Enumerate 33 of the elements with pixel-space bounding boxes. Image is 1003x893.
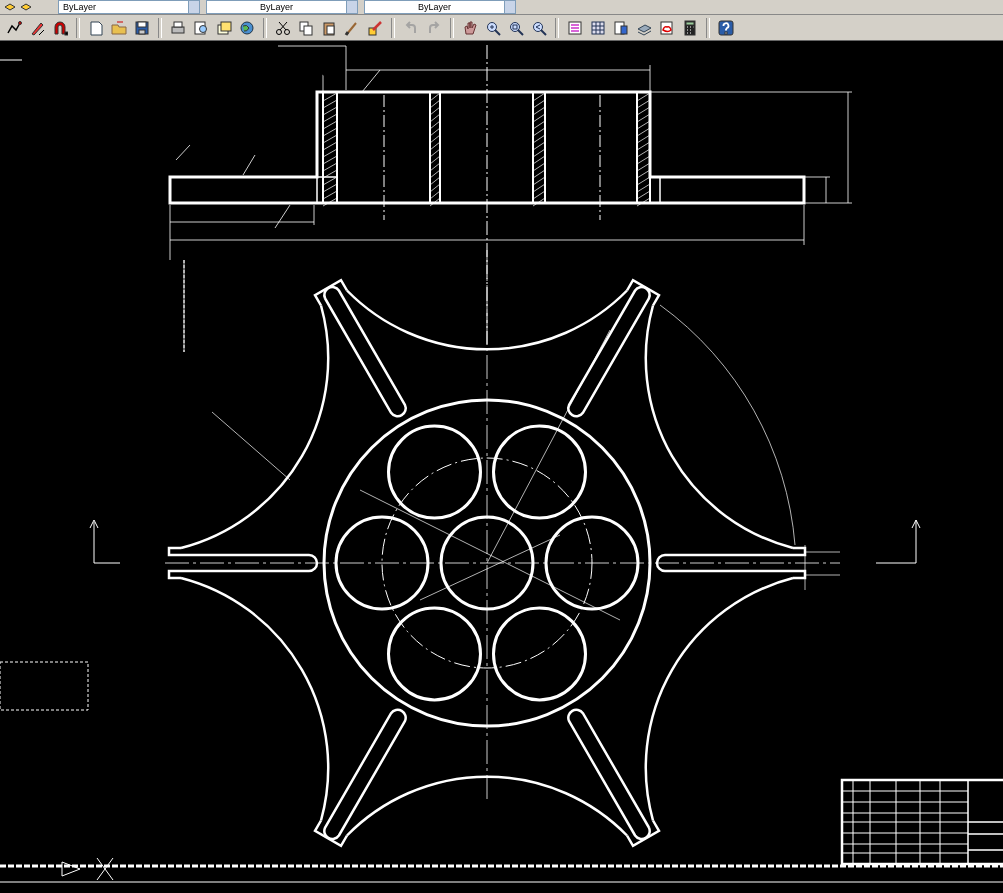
properties-icon [567, 19, 583, 36]
zoom-icon [485, 19, 501, 36]
scissors-icon [275, 19, 291, 36]
printer-icon [170, 19, 186, 36]
clipboard-icon [321, 19, 337, 36]
ucs-icon [61, 857, 114, 881]
stacked-pages-icon [216, 19, 232, 36]
grid-icon [590, 19, 606, 36]
redo-arrow-icon [426, 19, 442, 36]
question-mark-icon [718, 19, 734, 36]
pencil-block-icon [367, 19, 383, 36]
layer-state-icon[interactable] [20, 1, 32, 13]
layer-dropdown[interactable]: ByLayer [364, 0, 516, 14]
magnifier-page-icon [193, 19, 209, 36]
layer-dropdown[interactable]: ByLayer [206, 0, 358, 14]
magnet-icon [52, 19, 68, 36]
help-button[interactable] [716, 17, 736, 38]
zoom-icon [508, 19, 524, 36]
zoom-icon [531, 19, 547, 36]
cloud-page-icon [659, 19, 675, 36]
blank-page-icon [88, 19, 104, 36]
section-cut-mark [89, 519, 121, 564]
folder-icon [111, 19, 127, 36]
layers-icon[interactable] [4, 1, 16, 13]
layer-dropdown[interactable]: ByLayer [58, 0, 200, 14]
undo-arrow-icon [403, 19, 419, 36]
hand-icon [462, 19, 478, 36]
two-pages-icon [298, 19, 314, 36]
globe-icon [239, 19, 255, 36]
section-cut-mark [875, 519, 921, 564]
calculator-icon [682, 19, 698, 36]
palette-icon [613, 19, 629, 36]
polyline-icon [6, 19, 22, 36]
